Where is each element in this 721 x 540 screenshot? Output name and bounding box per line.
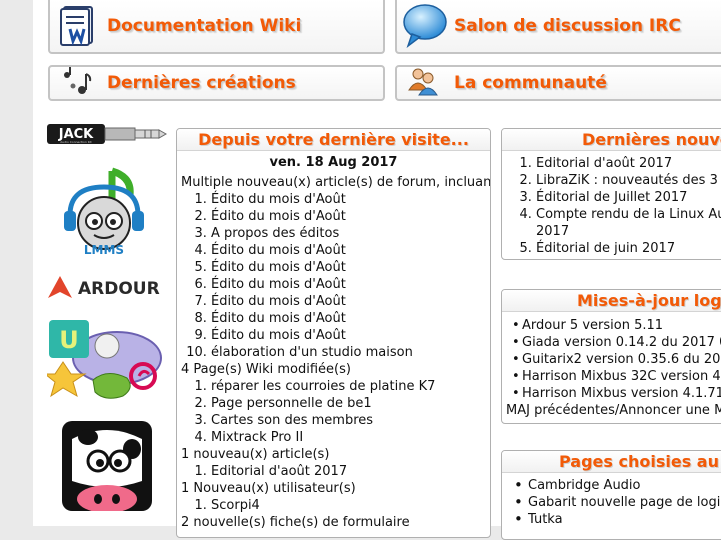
forum-post-link[interactable]: A propos des éditos xyxy=(211,225,486,242)
wiki-page-link[interactable]: Mixtrack Pro II xyxy=(211,429,486,446)
articles-list: Editorial d'août 2017 xyxy=(181,463,486,480)
wiki-page-link[interactable]: Page personnelle de be1 xyxy=(211,395,486,412)
nav-community-label: La communauté xyxy=(454,73,607,93)
news-link[interactable]: LibraZiK : nouveautés des 3 xyxy=(536,172,721,189)
wiki-document-icon xyxy=(58,3,100,51)
forum-posts-list: Édito du mois d'Août Édito du mois d'Aoû… xyxy=(181,191,486,361)
nav-irc-button[interactable]: Salon de discussion IRC xyxy=(395,0,721,54)
article-section-header: 1 nouveau(x) article(s) xyxy=(181,447,330,462)
software-updates-panel: Mises-à-jour logi Ardour 5 version 5.11 … xyxy=(501,289,721,424)
cow-mascot-logo[interactable] xyxy=(62,421,152,513)
wiki-pages-list: réparer les courroies de platine K7 Page… xyxy=(181,378,486,446)
user-link[interactable]: Scorpi4 xyxy=(211,497,486,514)
news-link-text: Compte rendu de la Linux Au xyxy=(536,207,721,222)
since-last-visit-title: Depuis votre dernière visite... xyxy=(177,129,490,151)
jack-logo[interactable]: JACK Audio Connection Kit xyxy=(47,121,168,147)
latest-news-list: Editorial d'août 2017 LibraZiK : nouveau… xyxy=(506,155,721,257)
forum-post-link[interactable]: Édito du mois d'Août xyxy=(211,327,486,344)
chosen-pages-list: Cambridge Audio Gabarit nouvelle page de… xyxy=(506,477,721,528)
nav-creations-label: Dernières créations xyxy=(107,73,296,93)
forum-post-link[interactable]: Édito du mois d'Août xyxy=(211,293,486,310)
svg-text:U: U xyxy=(59,326,79,354)
news-link-continuation: 2017 xyxy=(536,224,570,239)
wiki-section-header: 4 Page(s) Wiki modifiée(s) xyxy=(181,362,351,377)
forum-section-header: Multiple nouveau(x) article(s) de forum,… xyxy=(181,175,491,190)
forum-post-link[interactable]: Édito du mois d'Août xyxy=(211,191,486,208)
update-link[interactable]: Guitarix2 version 0.35.6 du 201 xyxy=(512,351,721,368)
user-section-header: 1 Nouveau(x) utilisateur(s) xyxy=(181,481,356,496)
latest-news-panel: Dernières nouve Editorial d'août 2017 Li… xyxy=(501,128,721,260)
jack-logo-subtext: Audio Connection Kit xyxy=(60,140,92,144)
article-link[interactable]: Editorial d'août 2017 xyxy=(211,463,486,480)
update-link[interactable]: Ardour 5 version 5.11 xyxy=(512,317,721,334)
forum-post-link[interactable]: Édito du mois d'Août xyxy=(211,276,486,293)
news-link[interactable]: Editorial d'août 2017 xyxy=(536,155,721,172)
chosen-pages-panel: Pages choisies au Cambridge Audio Gabari… xyxy=(501,450,721,540)
latest-news-title: Dernières nouve xyxy=(502,129,721,151)
update-link[interactable]: Harrison Mixbus version 4.1.71 xyxy=(512,385,721,402)
news-link[interactable]: Éditorial de juin 2017 xyxy=(536,240,721,257)
software-updates-list: Ardour 5 version 5.11 Giada version 0.14… xyxy=(506,317,721,402)
nav-creations-button[interactable]: Dernières créations xyxy=(48,65,385,101)
nav-irc-label: Salon de discussion IRC xyxy=(454,16,681,36)
chosen-pages-title: Pages choisies au xyxy=(502,451,721,473)
visit-date: ven. 18 Aug 2017 xyxy=(269,155,398,170)
since-last-visit-panel: Depuis votre dernière visite... ven. 18 … xyxy=(176,128,491,538)
music-notes-icon xyxy=(60,66,94,100)
lmms-logo[interactable]: LMMS xyxy=(60,165,152,257)
forum-post-link[interactable]: Édito du mois d'Août xyxy=(211,242,486,259)
software-updates-title: Mises-à-jour logi xyxy=(502,290,721,312)
news-link[interactable]: Compte rendu de la Linux Au 2017 xyxy=(536,206,721,240)
chat-bubble-icon xyxy=(402,2,448,52)
distribution-logos-collage[interactable]: U xyxy=(43,318,167,404)
ardour-logo-text: ARDOUR xyxy=(78,279,160,299)
update-link[interactable]: Harrison Mixbus 32C version 4 xyxy=(512,368,721,385)
ardour-logo[interactable]: ARDOUR xyxy=(46,274,168,302)
forum-post-link[interactable]: Édito du mois d'Août xyxy=(211,310,486,327)
wiki-page-link[interactable]: réparer les courroies de platine K7 xyxy=(211,378,486,395)
nav-wiki-label: Documentation Wiki xyxy=(107,16,302,36)
chosen-page-link[interactable]: Tutka xyxy=(514,511,721,528)
forum-post-link[interactable]: élaboration d'un studio maison xyxy=(211,344,486,361)
forum-post-link[interactable]: Édito du mois d'Août xyxy=(211,259,486,276)
people-group-icon xyxy=(407,66,439,100)
nav-community-button[interactable]: La communauté xyxy=(395,65,721,101)
lmms-logo-text: LMMS xyxy=(84,243,124,257)
forum-post-link[interactable]: Édito du mois d'Août xyxy=(211,208,486,225)
news-link[interactable]: Éditorial de Juillet 2017 xyxy=(536,189,721,206)
chosen-page-link[interactable]: Cambridge Audio xyxy=(514,477,721,494)
chosen-page-link[interactable]: Gabarit nouvelle page de logic xyxy=(514,494,721,511)
update-link[interactable]: Giada version 0.14.2 du 2017 0 xyxy=(512,334,721,351)
previous-updates-link[interactable]: MAJ précédentes/Annoncer une M xyxy=(506,402,721,419)
users-list: Scorpi4 xyxy=(181,497,486,514)
nav-wiki-button[interactable]: Documentation Wiki xyxy=(48,0,385,54)
wiki-page-link[interactable]: Cartes son des membres xyxy=(211,412,486,429)
form-section-header: 2 nouvelle(s) fiche(s) de formulaire xyxy=(181,515,410,530)
